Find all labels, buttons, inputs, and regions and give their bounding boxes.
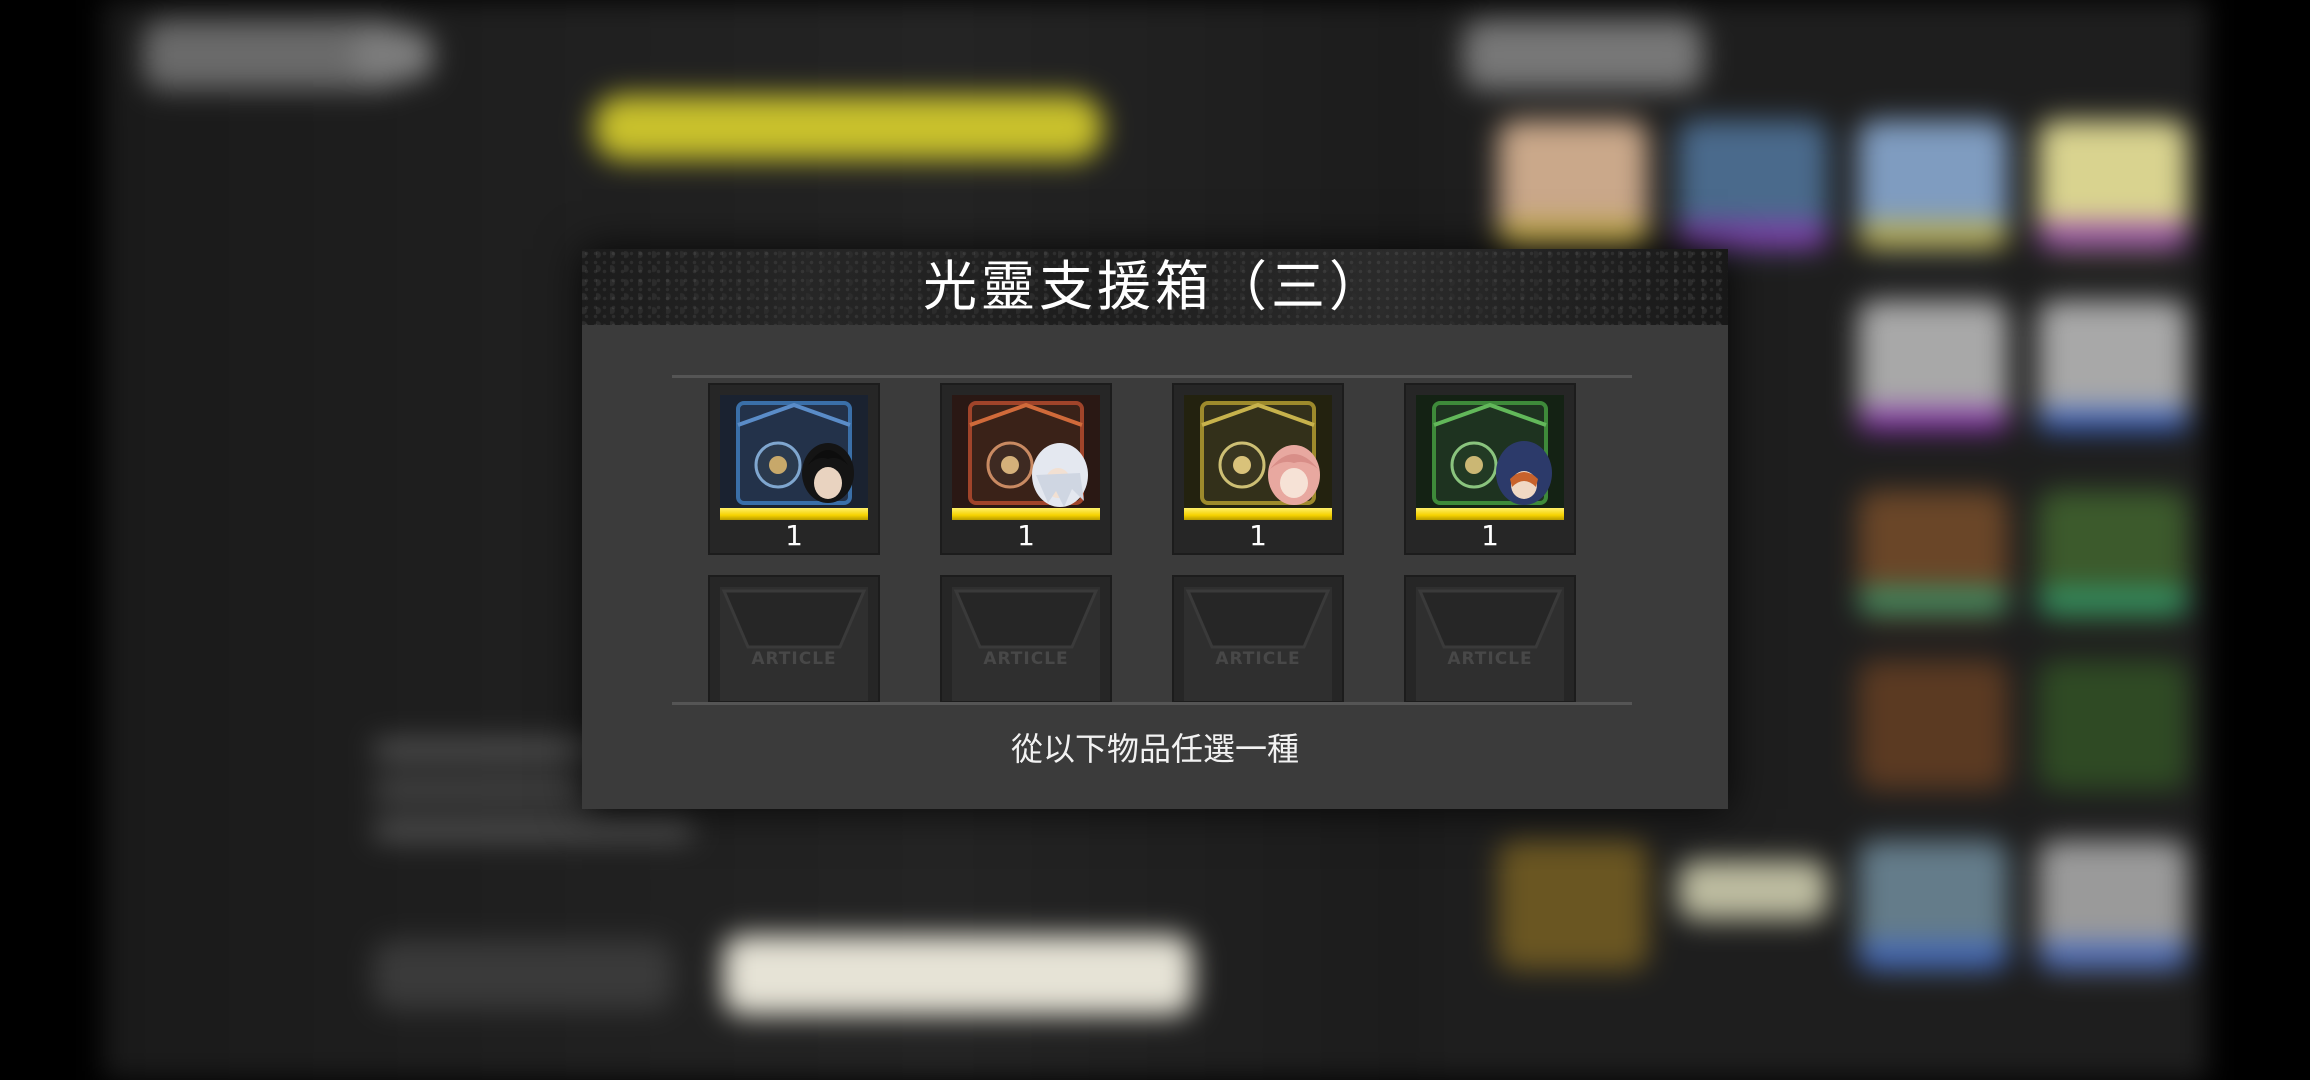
selection-box-dialog: 光靈支援箱（三） 1 1 1 1 ARTICLE ARTICLE ARTICLE…: [582, 249, 1728, 809]
pink-haired-hero-icon: [1184, 395, 1332, 512]
item-slot-2[interactable]: 1: [940, 383, 1112, 555]
item-quantity: 1: [1017, 519, 1035, 552]
article-frame-icon: [1417, 589, 1563, 649]
hooded-hero-icon: [1416, 395, 1564, 512]
divider: [672, 702, 1632, 705]
dialog-title: 光靈支援箱（三）: [923, 255, 1387, 318]
empty-slot-1: ARTICLE: [708, 575, 880, 703]
item-quantity: 1: [1481, 519, 1499, 552]
empty-slot-label: ARTICLE: [1215, 649, 1301, 669]
item-quantity: 1: [1249, 519, 1267, 552]
item-slot-1[interactable]: 1: [708, 383, 880, 555]
game-screen: 光靈支援箱（三） 1 1 1 1 ARTICLE ARTICLE ARTICLE…: [0, 0, 2310, 1080]
divider: [672, 375, 1632, 378]
selection-instruction: 從以下物品任選一種: [1010, 730, 1299, 768]
empty-slot-label: ARTICLE: [1447, 649, 1533, 669]
article-frame-icon: [1185, 589, 1331, 649]
article-frame-icon: [721, 589, 867, 649]
dark-haired-hero-icon: [720, 395, 868, 512]
item-slot-3[interactable]: 1: [1172, 383, 1344, 555]
article-frame-icon: [953, 589, 1099, 649]
empty-slot-label: ARTICLE: [751, 649, 837, 669]
empty-slot-2: ARTICLE: [940, 575, 1112, 703]
item-quantity: 1: [785, 519, 803, 552]
empty-slot-label: ARTICLE: [983, 649, 1069, 669]
empty-slot-4: ARTICLE: [1404, 575, 1576, 703]
item-slot-4[interactable]: 1: [1404, 383, 1576, 555]
white-haired-hero-icon: [952, 395, 1100, 512]
empty-slot-3: ARTICLE: [1172, 575, 1344, 703]
